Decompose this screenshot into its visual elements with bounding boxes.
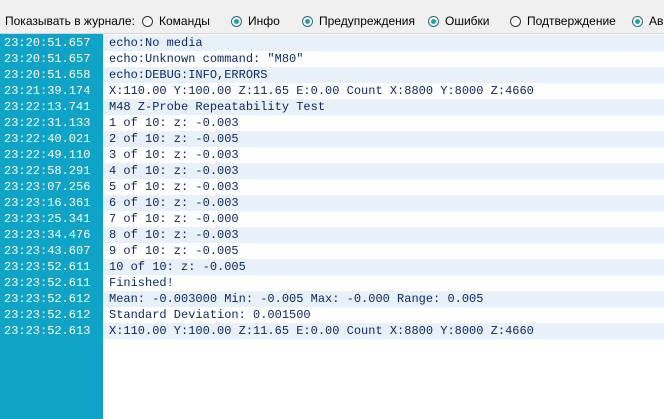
- log-row: 23:23:52.611 10 of 10: z: -0.005: [0, 259, 664, 275]
- log-timestamp: 23:23:34.476: [4, 228, 91, 242]
- filter-option-label: Ав: [649, 14, 664, 28]
- log-timestamp: 23:21:39.174: [4, 84, 91, 98]
- log-timestamp: 23:23:43.607: [4, 244, 91, 258]
- filter-option-label: Ошибки: [445, 14, 490, 28]
- filter-auto-radio[interactable]: Ав: [632, 13, 663, 29]
- filter-option-label: Команды: [159, 14, 210, 28]
- log-row: 23:23:25.341 7 of 10: z: -0.000: [0, 211, 664, 227]
- filter-info-radio[interactable]: Инфо: [231, 13, 280, 29]
- log-message: 2 of 10: z: -0.005: [109, 132, 239, 146]
- log-timestamp: 23:23:52.611: [4, 260, 91, 274]
- log-row: 23:22:49.110 3 of 10: z: -0.003: [0, 147, 664, 163]
- log-message: 1 of 10: z: -0.003: [109, 116, 239, 130]
- filter-option-label: Подтверждение: [527, 14, 616, 28]
- log-timestamp: 23:22:31.133: [4, 116, 91, 130]
- log-row: 23:23:43.607 9 of 10: z: -0.005: [0, 243, 664, 259]
- log-row: 23:20:51.657 echo:Unknown command: "M80": [0, 51, 664, 67]
- radio-circle-icon: [142, 15, 153, 27]
- log-message: echo:No media: [109, 36, 203, 50]
- log-timestamp: 23:23:52.613: [4, 324, 91, 338]
- log-timestamp: 23:22:58.291: [4, 164, 91, 178]
- radio-circle-icon: [302, 15, 313, 27]
- log-row: 23:23:52.613 X:110.00 Y:100.00 Z:11.65 E:…: [0, 323, 664, 339]
- radio-circle-icon: [632, 15, 643, 27]
- log-timestamp: 23:20:51.657: [4, 52, 91, 66]
- log-row: 23:22:13.741 M48 Z-Probe Repeatability Te…: [0, 99, 664, 115]
- log-row: 23:22:58.291 4 of 10: z: -0.003: [0, 163, 664, 179]
- log-timestamp: 23:22:49.110: [4, 148, 91, 162]
- filter-confirmation-radio[interactable]: Подтверждение: [510, 13, 616, 29]
- log-message: echo:Unknown command: "M80": [109, 52, 304, 66]
- log-row: 23:23:07.256 5 of 10: z: -0.003: [0, 179, 664, 195]
- log-message: 3 of 10: z: -0.003: [109, 148, 239, 162]
- log-row: 23:23:52.612 Mean: -0.003000 Min: -0.005 …: [0, 291, 664, 307]
- log-message: Standard Deviation: 0.001500: [109, 308, 311, 322]
- filter-option-label: Предупреждения: [319, 14, 415, 28]
- log-filter-bar: Показывать в журнале: Команды Инфо Преду…: [0, 0, 664, 34]
- log-timestamp: 23:23:07.256: [4, 180, 91, 194]
- log-timestamp: 23:23:25.341: [4, 212, 91, 226]
- filter-warnings-radio[interactable]: Предупреждения: [302, 13, 415, 29]
- log-message: M48 Z-Probe Repeatability Test: [109, 100, 326, 114]
- log-row: 23:23:16.361 6 of 10: z: -0.003: [0, 195, 664, 211]
- log-message: X:110.00 Y:100.00 Z:11.65 E:0.00 Count X…: [109, 324, 534, 338]
- log-row: 23:21:39.174 X:110.00 Y:100.00 Z:11.65 E:…: [0, 83, 664, 99]
- log-message: Mean: -0.003000 Min: -0.005 Max: -0.000 …: [109, 292, 484, 306]
- filter-option-label: Инфо: [248, 14, 280, 28]
- log-timestamp: 23:22:13.741: [4, 100, 91, 114]
- log-message: Finished!: [109, 276, 174, 290]
- log-message: 9 of 10: z: -0.005: [109, 244, 239, 258]
- log-timestamp: 23:22:40.021: [4, 132, 91, 146]
- filter-errors-radio[interactable]: Ошибки: [428, 13, 490, 29]
- log-row: 23:23:52.612 Standard Deviation: 0.001500: [0, 307, 664, 323]
- filter-label: Показывать в журнале:: [5, 14, 135, 28]
- radio-circle-icon: [231, 15, 242, 27]
- log-row: 23:23:34.476 8 of 10: z: -0.003: [0, 227, 664, 243]
- log-message: 4 of 10: z: -0.003: [109, 164, 239, 178]
- log-message: 7 of 10: z: -0.000: [109, 212, 239, 226]
- radio-circle-icon: [510, 15, 521, 27]
- log-message: X:110.00 Y:100.00 Z:11.65 E:0.00 Count X…: [109, 84, 534, 98]
- log-message: echo:DEBUG:INFO,ERRORS: [109, 68, 268, 82]
- log-message: 10 of 10: z: -0.005: [109, 260, 246, 274]
- log-timestamp: 23:20:51.657: [4, 36, 91, 50]
- log-message: 6 of 10: z: -0.003: [109, 196, 239, 210]
- log-timestamp: 23:23:52.612: [4, 308, 91, 322]
- log-message: 5 of 10: z: -0.003: [109, 180, 239, 194]
- log-row: 23:23:52.611 Finished!: [0, 275, 664, 291]
- log-row: 23:22:31.133 1 of 10: z: -0.003: [0, 115, 664, 131]
- log-timestamp: 23:23:16.361: [4, 196, 91, 210]
- log-timestamp: 23:23:52.612: [4, 292, 91, 306]
- log-row: 23:22:40.021 2 of 10: z: -0.005: [0, 131, 664, 147]
- radio-circle-icon: [428, 15, 439, 27]
- log-timestamp: 23:23:52.611: [4, 276, 91, 290]
- log-row: 23:20:51.658 echo:DEBUG:INFO,ERRORS: [0, 67, 664, 83]
- log-panel[interactable]: 23:20:51.657 echo:No media 23:20:51.657 ech…: [0, 34, 664, 419]
- log-row: 23:20:51.657 echo:No media: [0, 35, 664, 51]
- log-message: 8 of 10: z: -0.003: [109, 228, 239, 242]
- log-timestamp: 23:20:51.658: [4, 68, 91, 82]
- filter-commands-radio[interactable]: Команды: [142, 13, 210, 29]
